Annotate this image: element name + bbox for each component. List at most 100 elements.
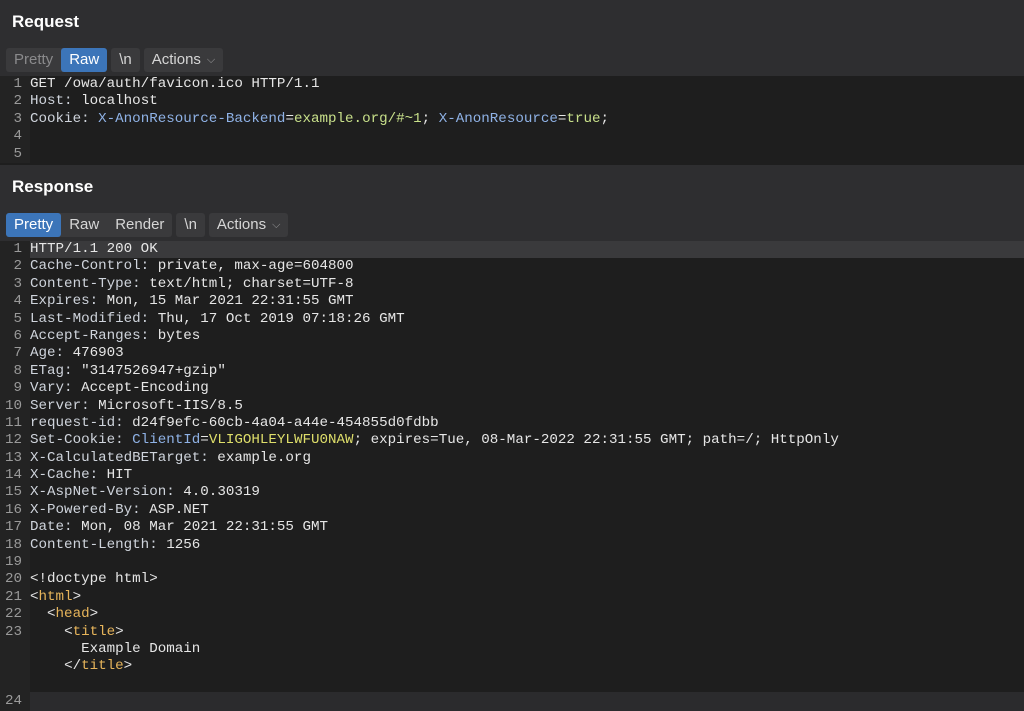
request-newline-toggle[interactable]: \n (111, 48, 140, 72)
request-actions-label: Actions (151, 51, 201, 68)
line-number: 7 (0, 345, 30, 363)
code-line: 3 Cookie: X-AnonResource-Backend = example.… (0, 110, 1024, 129)
response-pretty-tab[interactable]: Pretty (6, 213, 62, 237)
response-actions-dropdown[interactable]: Actions ⌵ (208, 213, 289, 237)
code-line: 2 Host: localhost (0, 93, 1024, 111)
code-line: 14 X-Cache: HIT (0, 467, 1024, 485)
code-line: 4 (0, 128, 1024, 146)
cookie-equals: = (557, 110, 567, 127)
line-number: 3 (0, 275, 30, 294)
header-value: Accept-Encoding (72, 380, 209, 397)
title-block: <title> Example Domain </title> (30, 624, 200, 694)
header-value: example.org (208, 449, 311, 466)
header-key: Last-Modified: (30, 310, 150, 327)
code-line: 5 (0, 145, 1024, 163)
tag-open-bracket: </ (64, 658, 82, 675)
code-line: 8 ETag: "3147526947+gzip" (0, 362, 1024, 381)
cookie-attributes: ; expires=Tue, 08-Mar-2022 22:31:55 GMT;… (353, 432, 839, 449)
header-value: private, max-age=604800 (149, 258, 354, 275)
response-actions-label: Actions (216, 216, 267, 233)
code-line: 12 Set-Cookie: ClientId = VLIGOHLEYLWFU0NAW… (0, 432, 1024, 450)
code-line: 6 Accept-Ranges: bytes (0, 327, 1024, 346)
header-key: Content-Length: (30, 536, 158, 553)
html-tag-name: title (81, 658, 124, 675)
line-number: 1 (0, 76, 30, 94)
line-number: 14 (0, 467, 30, 485)
code-line: 20 <!doctype html> (0, 571, 1024, 589)
code-line: 1 HTTP/1.1 200 OK (0, 241, 1024, 259)
line-number: 13 (0, 449, 30, 468)
line-number: 19 (0, 554, 30, 572)
chevron-down-icon: ⌵ (206, 54, 216, 67)
request-pretty-tab[interactable]: Pretty (6, 48, 61, 72)
request-toolbar: Pretty Raw \n Actions ⌵ (0, 44, 1024, 76)
response-newline-toggle[interactable]: \n (176, 213, 205, 237)
header-key: X-Powered-By: (30, 501, 141, 518)
code-line: 10 Server: Microsoft-IIS/8.5 (0, 397, 1024, 415)
header-key: Date: (30, 519, 73, 536)
header-key: Host: (30, 93, 73, 110)
header-value: 476903 (64, 345, 124, 362)
cookie-equals: = (285, 110, 294, 127)
header-value: 4.0.30319 (174, 484, 260, 501)
header-key: Cookie: (30, 110, 90, 127)
line-number: 9 (0, 380, 30, 398)
line-number: 17 (0, 519, 30, 537)
header-key: request-id: (30, 414, 124, 431)
code-line: 1 GET /owa/auth/favicon.ico HTTP/1.1 (0, 76, 1024, 94)
status-line: HTTP/1.1 200 OK (30, 241, 158, 257)
code-line: 22 < head > (0, 606, 1024, 624)
code-line: 15 X-AspNet-Version: 4.0.30319 (0, 484, 1024, 502)
code-line: 17 Date: Mon, 08 Mar 2021 22:31:55 GMT (0, 519, 1024, 537)
cookie-terminator: ; (600, 110, 609, 127)
code-line: 11 request-id: d24f9efc-60cb-4a04-a44e-45… (0, 414, 1024, 433)
title-close-line: </title> (30, 658, 200, 675)
tag-open-bracket: < (30, 588, 39, 605)
line-number: 11 (0, 414, 30, 433)
html-tag-name: head (55, 606, 90, 623)
line-number: 23 (0, 623, 30, 694)
response-raw-tab[interactable]: Raw (61, 213, 107, 237)
tag-close-bracket: > (89, 606, 99, 623)
code-line: 3 Content-Type: text/html; charset=UTF-8 (0, 275, 1024, 294)
line-number: 2 (0, 258, 30, 276)
header-key: Set-Cookie: (30, 432, 124, 449)
header-key: X-Cache: (30, 467, 99, 484)
code-line: 23 <title> Example Domain </title> (0, 623, 1024, 694)
code-line: 2 Cache-Control: private, max-age=604800 (0, 258, 1024, 276)
response-editor[interactable]: 1 HTTP/1.1 200 OK 2 Cache-Control: private… (0, 241, 1024, 711)
response-render-tab[interactable]: Render (107, 213, 172, 237)
tag-open-bracket: < (47, 606, 56, 623)
line-number: 22 (0, 606, 30, 624)
line-number: 5 (0, 310, 30, 328)
tag-close-bracket: > (123, 658, 133, 675)
header-key: Content-Type: (30, 275, 141, 292)
line-number: 4 (0, 293, 30, 311)
response-view-toggle: Pretty Raw Render (6, 213, 173, 237)
request-editor[interactable]: 1 GET /owa/auth/favicon.ico HTTP/1.1 2 Hos… (0, 76, 1024, 165)
tag-close-bracket: > (115, 623, 124, 640)
header-key: Vary: (30, 380, 73, 397)
code-line: 9 Vary: Accept-Encoding (0, 380, 1024, 398)
html-tag-name: html (38, 588, 73, 605)
header-value: "3147526947+gzip" (72, 362, 226, 379)
header-key: X-CalculatedBETarget: (30, 449, 209, 466)
line-number: 5 (0, 145, 30, 163)
cookie-separator: ; (421, 110, 439, 127)
code-line: 24 (0, 693, 1024, 711)
request-actions-dropdown[interactable]: Actions ⌵ (143, 48, 224, 72)
code-line: 19 (0, 554, 1024, 572)
request-raw-tab[interactable]: Raw (61, 48, 108, 72)
header-key: Age: (30, 345, 65, 362)
tag-close-bracket: > (72, 588, 82, 605)
header-value: Mon, 08 Mar 2021 22:31:55 GMT (72, 519, 328, 536)
line-number: 20 (0, 571, 30, 589)
header-key: Accept-Ranges: (30, 327, 150, 344)
line-number: 15 (0, 484, 30, 502)
html-tag-name: title (72, 623, 116, 640)
code-line: 4 Expires: Mon, 15 Mar 2021 22:31:55 GMT (0, 293, 1024, 311)
header-value: Mon, 15 Mar 2021 22:31:55 GMT (98, 293, 354, 310)
title-text: Example Domain (30, 640, 201, 657)
